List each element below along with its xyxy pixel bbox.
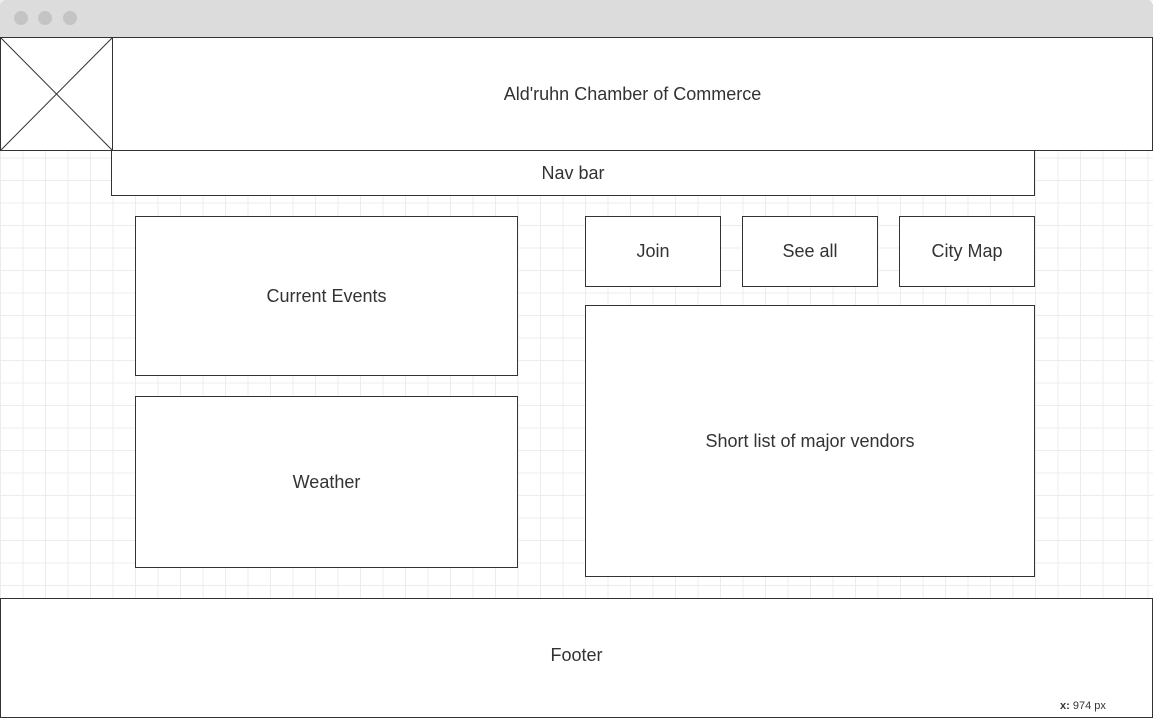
city-map-button[interactable]: City Map [899,216,1035,287]
coordinate-unit: px [1094,700,1106,712]
current-events-panel: Current Events [135,216,518,376]
see-all-button[interactable]: See all [742,216,878,287]
join-button-label: Join [636,241,670,261]
image-placeholder-icon [0,37,113,151]
city-map-button-label: City Map [931,241,1003,261]
vendors-label: Short list of major vendors [705,430,915,451]
nav-bar-label: Nav bar [541,162,605,183]
see-all-button-label: See all [782,241,838,261]
current-events-label: Current Events [266,285,387,306]
maximize-window-dot[interactable] [63,11,77,25]
close-window-dot[interactable] [14,11,28,25]
site-footer: Footer [0,598,1153,718]
window-titlebar [0,0,1153,37]
weather-panel: Weather [135,396,518,568]
coordinate-readout: x: 974 px [1060,700,1106,712]
weather-label: Weather [292,471,361,492]
coordinate-axis-label: x: [1060,700,1070,712]
coordinate-value: 974 [1072,700,1092,712]
vendors-panel: Short list of major vendors [585,305,1035,577]
minimize-window-dot[interactable] [38,11,52,25]
footer-label: Footer [550,645,603,665]
site-header: Ald'ruhn Chamber of Commerce [112,37,1153,151]
join-button[interactable]: Join [585,216,721,287]
site-title: Ald'ruhn Chamber of Commerce [503,83,762,104]
nav-bar[interactable]: Nav bar [111,150,1035,196]
logo-placeholder-icon [0,37,113,151]
